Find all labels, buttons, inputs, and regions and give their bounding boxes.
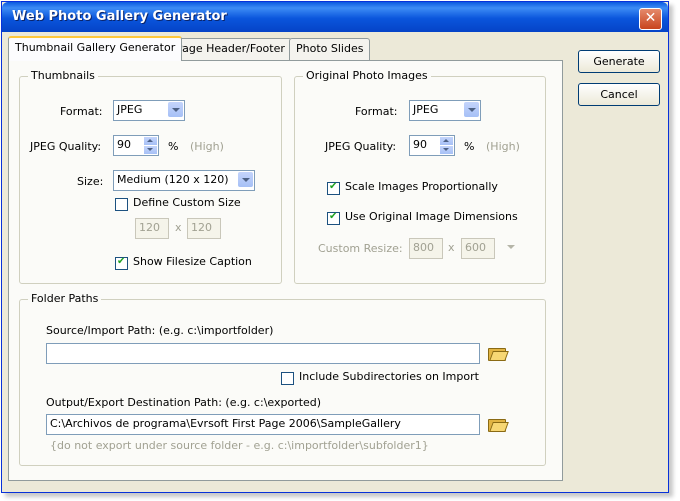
dialog-window: Web Photo Gallery Generator ✕ Thumbnail … <box>1 1 669 493</box>
orig-quality-hint: (High) <box>486 140 520 153</box>
cancel-button[interactable]: Cancel <box>578 83 660 106</box>
thumb-quality-value: 90 <box>117 138 131 151</box>
thumb-quality-spinner[interactable]: 90 <box>113 135 159 156</box>
source-path-label: Source/Import Path: (e.g. c:\importfolde… <box>46 324 274 337</box>
thumbnails-group: Thumbnails Format: JPEG JPEG Quality: 90… <box>19 69 282 284</box>
browse-output-folder-icon[interactable] <box>488 417 509 432</box>
custom-width-field[interactable]: 120 <box>135 218 169 239</box>
spin-up-icon[interactable] <box>440 137 453 145</box>
title-bar[interactable]: Web Photo Gallery Generator ✕ <box>2 2 668 32</box>
include-subdirectories-label: Include Subdirectories on Import <box>299 370 479 383</box>
spin-down-icon[interactable] <box>440 146 453 154</box>
custom-height-value: 120 <box>191 221 212 234</box>
tab-thumbnail-gallery-generator[interactable]: Thumbnail Gallery Generator <box>8 36 183 61</box>
custom-height-field[interactable]: 120 <box>187 218 221 239</box>
chevron-down-icon[interactable] <box>168 102 183 117</box>
output-path-label: Output/Export Destination Path: (e.g. c:… <box>46 396 322 409</box>
tab-page-header-footer[interactable]: Page Header/Footer <box>169 38 292 60</box>
orig-quality-spinner[interactable]: 90 <box>409 135 455 156</box>
orig-quality-unit: % <box>464 140 475 153</box>
include-subdirectories-checkbox[interactable] <box>281 372 294 385</box>
chevron-down-icon[interactable] <box>464 102 479 117</box>
use-original-dimensions-checkbox[interactable] <box>327 211 340 225</box>
custom-width-value: 120 <box>139 221 160 234</box>
custom-size-label: Define Custom Size <box>133 196 241 209</box>
browse-source-folder-icon[interactable] <box>488 346 509 361</box>
resize-width-field[interactable]: 800 <box>409 238 443 259</box>
thumb-quality-hint: (High) <box>190 140 224 153</box>
custom-size-checkbox[interactable] <box>115 198 128 211</box>
close-icon: ✕ <box>644 10 657 26</box>
tab-photo-slides[interactable]: Photo Slides <box>289 38 371 60</box>
chevron-down-icon[interactable] <box>238 172 253 187</box>
output-path-value: C:\Archivos de programa\Evrsoft First Pa… <box>50 417 401 430</box>
output-path-input[interactable]: C:\Archivos de programa\Evrsoft First Pa… <box>46 414 480 435</box>
resize-height-select[interactable]: 600 <box>461 238 519 259</box>
folder-paths-legend: Folder Paths <box>28 292 102 305</box>
scale-proportional-checkbox[interactable] <box>327 181 340 195</box>
thumb-size-label: Size: <box>77 175 104 188</box>
original-images-group: Original Photo Images Format: JPEG JPEG … <box>294 69 546 284</box>
generate-button[interactable]: Generate <box>578 50 660 73</box>
tab-panel: Thumbnails Format: JPEG JPEG Quality: 90… <box>8 60 563 481</box>
show-filesize-label: Show Filesize Caption <box>133 255 252 268</box>
orig-quality-value: 90 <box>413 138 427 151</box>
orig-quality-label: JPEG Quality: <box>325 140 397 153</box>
custom-resize-label: Custom Resize: <box>318 242 403 255</box>
thumb-format-select[interactable]: JPEG <box>113 100 185 121</box>
thumb-format-label: Format: <box>60 105 103 118</box>
show-filesize-checkbox[interactable] <box>115 256 128 270</box>
spin-down-icon[interactable] <box>144 146 157 154</box>
resize-height-field[interactable]: 600 <box>461 238 495 259</box>
resize-height-value: 600 <box>465 241 486 254</box>
thumbnails-legend: Thumbnails <box>28 69 98 82</box>
chevron-down-icon[interactable] <box>503 239 518 254</box>
source-path-input[interactable] <box>46 343 480 364</box>
orig-format-value: JPEG <box>413 103 439 116</box>
orig-format-select[interactable]: JPEG <box>409 100 481 121</box>
use-original-dimensions-label: Use Original Image Dimensions <box>345 210 518 223</box>
window-title: Web Photo Gallery Generator <box>12 9 227 24</box>
spin-up-icon[interactable] <box>144 137 157 145</box>
original-legend: Original Photo Images <box>303 69 431 82</box>
scale-proportional-label: Scale Images Proportionally <box>345 180 498 193</box>
thumb-size-value: Medium (120 x 120) <box>117 173 229 186</box>
orig-format-label: Format: <box>355 105 398 118</box>
close-button[interactable]: ✕ <box>639 8 662 30</box>
output-path-hint: {do not export under source folder - e.g… <box>50 439 429 452</box>
thumb-format-value: JPEG <box>117 103 143 116</box>
thumb-quality-label: JPEG Quality: <box>30 140 102 153</box>
thumb-quality-unit: % <box>168 140 179 153</box>
custom-size-x: x <box>175 221 182 234</box>
resize-x: x <box>448 241 455 254</box>
resize-width-value: 800 <box>413 241 434 254</box>
folder-paths-group: Folder Paths Source/Import Path: (e.g. c… <box>19 292 546 466</box>
thumb-size-select[interactable]: Medium (120 x 120) <box>113 170 255 191</box>
